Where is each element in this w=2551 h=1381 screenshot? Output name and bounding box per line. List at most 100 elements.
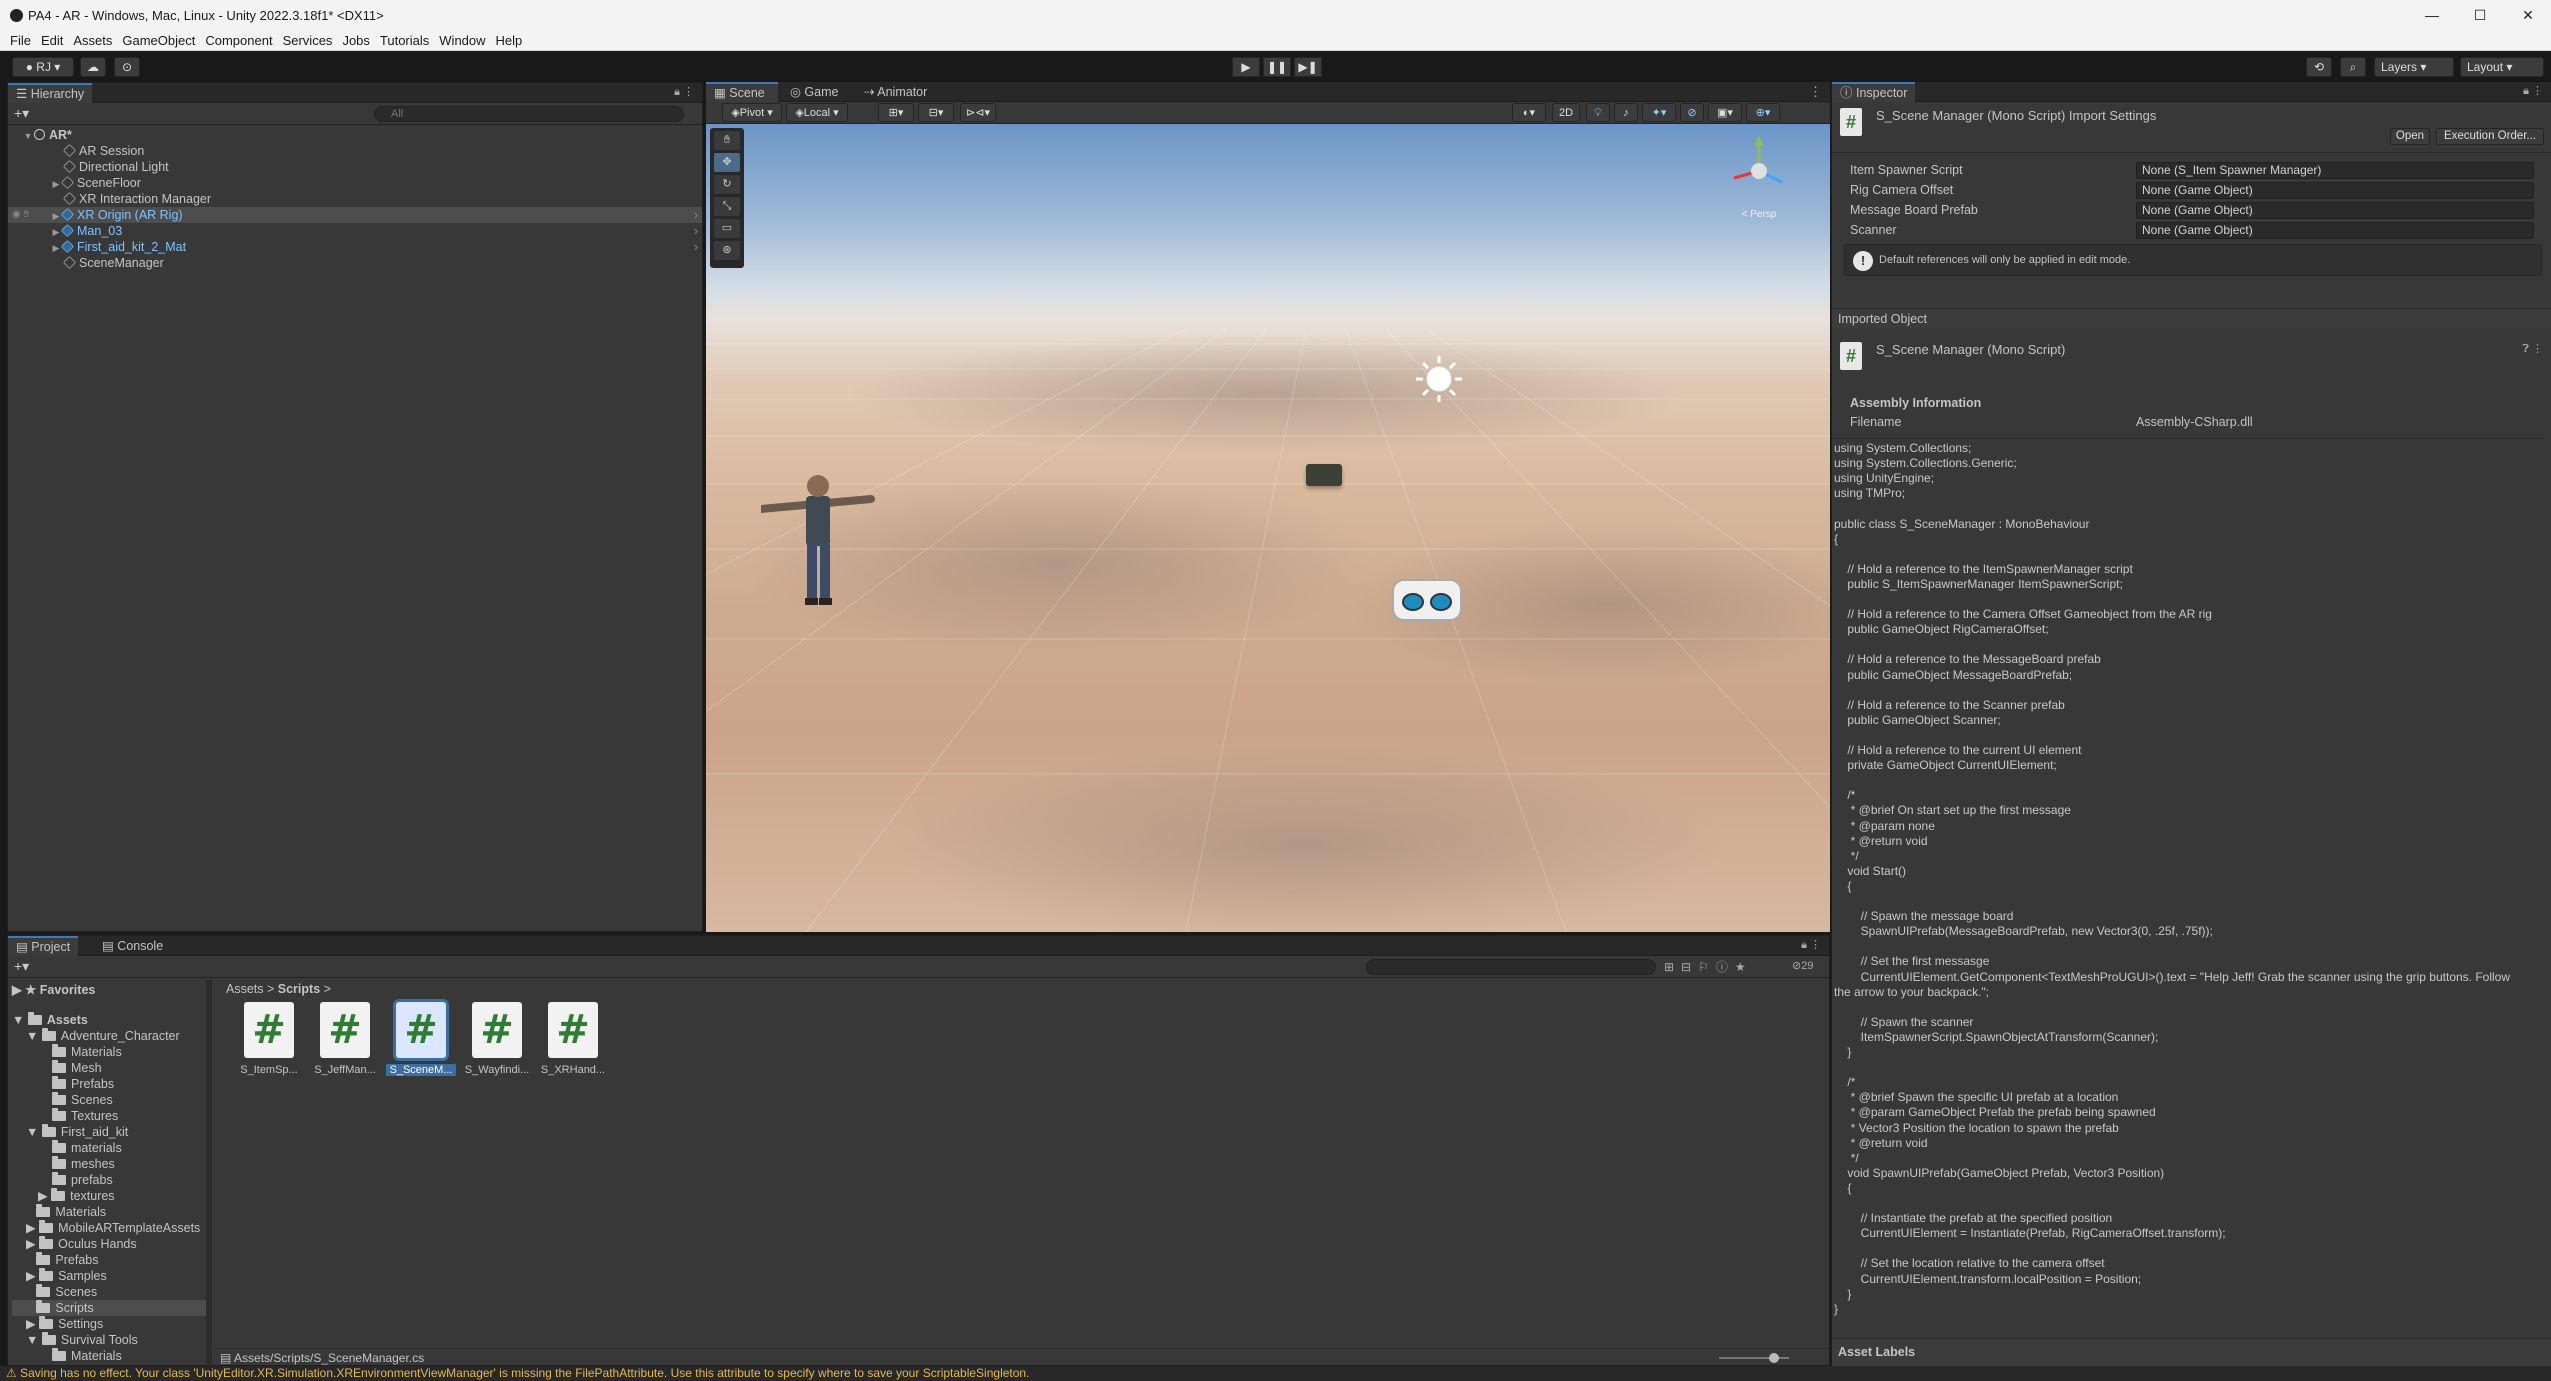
tree-prefabs[interactable]: Prefabs <box>52 1076 114 1092</box>
transform-tool-icon[interactable]: ⊛ <box>714 241 740 260</box>
collab-icon[interactable]: ⊙ <box>114 57 140 77</box>
increment-snap-icon[interactable]: ⊳⊲▾ <box>960 103 996 122</box>
tree-survival-tools[interactable]: ▼ Survival Tools <box>26 1332 138 1348</box>
tree-mesh[interactable]: Mesh <box>52 1060 102 1076</box>
project-filter-icons[interactable]: ⊞⊟⚐ⓘ★ <box>1664 958 1753 975</box>
tree-assets[interactable]: ▼ Assets <box>12 1012 88 1028</box>
step-button[interactable]: ▶❚ <box>1294 57 1322 77</box>
toggle-2d-button[interactable]: 2D <box>1552 103 1580 122</box>
create-icon[interactable]: +▾ <box>14 958 29 975</box>
more-options-icon[interactable]: ⋮ <box>1809 84 1822 100</box>
chevron-right-icon[interactable]: › <box>694 223 698 239</box>
help-icon[interactable]: ❓︎ ⋮ <box>2522 342 2543 356</box>
tree-mobile-ar[interactable]: ▶ MobileARTemplateAssets <box>26 1220 200 1236</box>
tree-fak-materials[interactable]: materials <box>52 1140 122 1156</box>
tab-console[interactable]: ▤ Console <box>94 936 171 956</box>
menu-window[interactable]: Window <box>439 31 485 50</box>
tree-scenes-root[interactable]: Scenes <box>26 1284 97 1300</box>
tree-scrollbar[interactable] <box>206 980 212 1364</box>
menu-tutorials[interactable]: Tutorials <box>380 31 429 50</box>
tab-inspector[interactable]: ⓘ Inspector <box>1832 82 1916 102</box>
gizmos-icon[interactable]: ⊕▾ <box>1746 103 1780 122</box>
status-bar[interactable]: ⚠ Saving has no effect. Your class 'Unit… <box>0 1366 2551 1381</box>
favorites-item[interactable]: ▶ ★ Favorites <box>12 982 95 998</box>
menu-file[interactable]: File <box>10 31 31 50</box>
menu-component[interactable]: Component <box>205 31 272 50</box>
tree-textures[interactable]: Textures <box>52 1108 118 1124</box>
fold-arrow-icon[interactable]: ▶ <box>50 224 62 240</box>
menu-gameobject[interactable]: GameObject <box>122 31 195 50</box>
hierarchy-item-xr-origin[interactable]: ◉ ✋︎ ▶ XR Origin (AR Rig) › <box>8 207 702 223</box>
move-tool-icon[interactable]: ✥ <box>714 153 740 172</box>
hierarchy-item-first-aid-kit[interactable]: ▶ First_aid_kit_2_Mat › <box>8 239 702 255</box>
scale-tool-icon[interactable]: ⤡ <box>714 197 740 216</box>
zoom-slider[interactable] <box>1719 1353 1789 1363</box>
minimize-button[interactable]: — <box>2412 4 2452 26</box>
hidden-objects-icon[interactable]: ⊘ <box>1680 103 1704 122</box>
menu-assets[interactable]: Assets <box>73 31 112 50</box>
item-spawner-field[interactable]: None (S_Item Spawner Manager) <box>2136 162 2534 179</box>
tab-animator[interactable]: ⇢ Animator <box>856 82 935 102</box>
fold-arrow-icon[interactable]: ▶ <box>50 176 62 192</box>
scene-viewport[interactable]: ✋︎ ✥ ↻ ⤡ ▭ ⊛ < Persp <box>706 124 1830 932</box>
menu-edit[interactable]: Edit <box>41 31 63 50</box>
tree-adventure-character[interactable]: ▼ Adventure_Character <box>26 1028 180 1044</box>
chevron-right-icon[interactable]: › <box>694 207 698 223</box>
tree-oculus-hands[interactable]: ▶ Oculus Hands <box>26 1236 137 1252</box>
menu-jobs[interactable]: Jobs <box>342 31 369 50</box>
play-button[interactable]: ▶ <box>1232 57 1260 77</box>
asset-xrhand[interactable]: # S_XRHand... <box>538 1002 608 1076</box>
asset-jeff-manager[interactable]: # S_JeffMan... <box>310 1002 380 1076</box>
account-button[interactable]: ● RJ ▾ <box>12 57 74 77</box>
fold-arrow-icon[interactable]: ▼ <box>22 128 34 144</box>
fold-arrow-icon[interactable]: ▶ <box>50 208 62 224</box>
hierarchy-item-man03[interactable]: ▶ Man_03 › <box>8 223 702 239</box>
xr-origin-headset-icon[interactable] <box>1392 579 1462 621</box>
scanner-field[interactable]: None (Game Object) <box>2136 222 2534 239</box>
tree-scripts[interactable]: Scripts <box>12 1300 208 1316</box>
breadcrumb-assets[interactable]: Assets <box>226 982 264 996</box>
maximize-button[interactable]: ☐ <box>2460 4 2500 26</box>
local-dropdown[interactable]: ◈Local ▾ <box>786 103 848 122</box>
cloud-icon[interactable]: ☁ <box>80 57 106 77</box>
menu-help[interactable]: Help <box>496 31 523 50</box>
tab-hierarchy[interactable]: ☰ Hierarchy <box>8 83 93 103</box>
layout-dropdown[interactable]: Layout ▾ <box>2460 57 2544 77</box>
rect-tool-icon[interactable]: ▭ <box>714 219 740 238</box>
hierarchy-item-ar-session[interactable]: AR Session <box>8 143 702 159</box>
hierarchy-item-scenemanager[interactable]: SceneManager <box>8 255 702 271</box>
effects-icon[interactable]: ✦▾ <box>1642 103 1676 122</box>
tree-scenes[interactable]: Scenes <box>52 1092 113 1108</box>
hierarchy-search-input[interactable] <box>374 106 684 122</box>
shading-mode-icon[interactable]: ◐▾ <box>1512 103 1546 122</box>
tree-settings[interactable]: ▶ Settings <box>26 1316 103 1332</box>
tab-project[interactable]: ▤ Project <box>8 936 79 956</box>
tree-prefabs-root[interactable]: Prefabs <box>26 1252 99 1268</box>
history-icon[interactable]: ⟲ <box>2306 57 2332 77</box>
lighting-icon[interactable]: 💡︎ <box>1586 103 1610 122</box>
lock-icon[interactable]: 🔒︎ ⋮ <box>2523 84 2543 98</box>
rotate-tool-icon[interactable]: ↻ <box>714 175 740 194</box>
pivot-dropdown[interactable]: ◈Pivot ▾ <box>722 103 782 122</box>
lock-icon[interactable]: 🔒︎ ⋮ <box>674 85 694 99</box>
visibility-eye-icon[interactable]: ◉ ✋︎ <box>12 207 29 223</box>
tree-st-materials[interactable]: Materials <box>52 1348 122 1364</box>
scene-orientation-gizmo[interactable]: < Persp <box>1724 136 1794 226</box>
tree-first-aid-kit[interactable]: ▼ First_aid_kit <box>26 1124 128 1140</box>
chevron-right-icon[interactable]: › <box>694 239 698 255</box>
execution-order-button[interactable]: Execution Order... <box>2436 128 2544 145</box>
tree-samples[interactable]: ▶ Samples <box>26 1268 107 1284</box>
tree-fak-meshes[interactable]: meshes <box>52 1156 115 1172</box>
tab-game[interactable]: ◎ Game <box>782 82 846 102</box>
menu-services[interactable]: Services <box>283 31 333 50</box>
fold-arrow-icon[interactable]: ▶ <box>50 240 62 256</box>
first-aid-kit-object[interactable] <box>1306 464 1342 486</box>
search-icon[interactable]: ⌕ <box>2340 57 2366 77</box>
grid-visibility-icon[interactable]: ⊟▾ <box>918 103 954 122</box>
scene-root-row[interactable]: ▼ AR* <box>8 127 702 143</box>
camera-icon[interactable]: ▣▾ <box>1708 103 1742 122</box>
hierarchy-item-directional-light[interactable]: Directional Light <box>8 159 702 175</box>
grid-snap-icon[interactable]: ⊞▾ <box>878 103 914 122</box>
tab-scene[interactable]: ▦ Scene <box>706 82 778 102</box>
layers-dropdown[interactable]: Layers ▾ <box>2374 57 2454 77</box>
